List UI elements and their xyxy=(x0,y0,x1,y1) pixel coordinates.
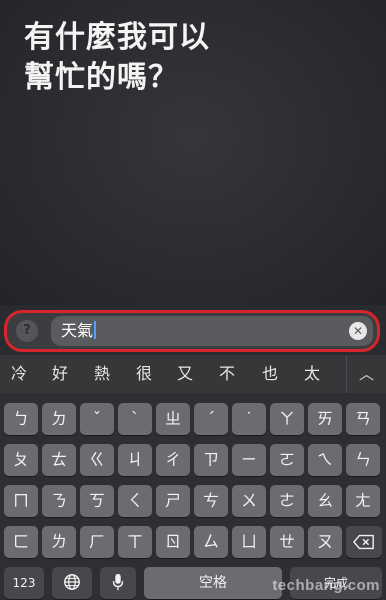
zhuyin-key[interactable]: ㄈ xyxy=(4,526,38,558)
zhuyin-key[interactable]: ㄡ xyxy=(308,526,342,558)
candidate-word[interactable]: 好 xyxy=(45,361,75,387)
microphone-icon xyxy=(112,573,124,591)
candidate-word[interactable]: 熱 xyxy=(87,361,117,387)
candidate-word[interactable]: 不 xyxy=(212,361,242,387)
prompt-line-2: 幫忙的嗎？ xyxy=(24,60,179,95)
zhuyin-key[interactable]: ㄕ xyxy=(156,485,190,517)
zhuyin-key[interactable]: ㄧ xyxy=(232,444,266,476)
candidate-word[interactable]: 也 xyxy=(255,361,285,387)
watermark: techbang.com xyxy=(272,577,380,594)
zhuyin-key[interactable]: ㄨ xyxy=(232,485,266,517)
globe-icon xyxy=(64,574,80,590)
zhuyin-key[interactable]: ㄖ xyxy=(156,526,190,558)
zhuyin-key[interactable]: ㄅ xyxy=(4,403,38,435)
zhuyin-key[interactable]: ㄜ xyxy=(270,485,304,517)
prompt-line-1: 有什麼我可以 xyxy=(24,20,210,55)
zhuyin-key[interactable]: ㄌ xyxy=(42,526,76,558)
zhuyin-key[interactable]: ㄍ xyxy=(80,444,114,476)
delete-icon xyxy=(353,534,374,550)
help-button[interactable]: ? xyxy=(16,320,38,342)
text-field-value: 天氣 xyxy=(61,321,97,341)
zhuyin-key[interactable]: ㄓ xyxy=(156,403,190,435)
zhuyin-key[interactable]: ㄏ xyxy=(80,526,114,558)
zhuyin-key[interactable]: ˇ xyxy=(80,403,114,435)
zhuyin-key[interactable]: ㄋ xyxy=(42,485,76,517)
space-key[interactable]: 空格 xyxy=(144,567,282,599)
zhuyin-key[interactable]: ㄇ xyxy=(4,485,38,517)
candidate-word[interactable]: 太 xyxy=(297,361,327,387)
zhuyin-key[interactable]: ㄆ xyxy=(4,444,38,476)
candidate-word[interactable]: 又 xyxy=(170,361,200,387)
dictation-key[interactable] xyxy=(100,567,136,599)
zhuyin-key[interactable]: ㄗ xyxy=(194,444,228,476)
zhuyin-key[interactable]: ㄝ xyxy=(270,526,304,558)
zhuyin-key[interactable]: ㄘ xyxy=(194,485,228,517)
candidate-word[interactable]: 冷 xyxy=(4,361,34,387)
zhuyin-key[interactable]: ㄎ xyxy=(80,485,114,517)
zhuyin-key[interactable]: ㄛ xyxy=(270,444,304,476)
expand-candidates-button[interactable]: ︿ xyxy=(346,355,386,393)
zhuyin-key[interactable]: ㄚ xyxy=(270,403,304,435)
zhuyin-key[interactable]: ㄐ xyxy=(118,444,152,476)
zhuyin-key[interactable]: ㄉ xyxy=(42,403,76,435)
zhuyin-key[interactable]: ㄊ xyxy=(42,444,76,476)
zhuyin-key[interactable]: ㄩ xyxy=(232,526,266,558)
zhuyin-key[interactable]: ㄢ xyxy=(346,403,380,435)
zhuyin-key[interactable]: ㄔ xyxy=(156,444,190,476)
zhuyin-key[interactable]: ㄑ xyxy=(118,485,152,517)
zhuyin-key[interactable]: ˊ xyxy=(194,403,228,435)
candidate-bar: ︿ 冷好熱很又不也太 xyxy=(0,355,386,393)
zhuyin-key[interactable]: ㄤ xyxy=(346,485,380,517)
numbers-key[interactable]: 123 xyxy=(4,567,44,599)
candidate-word[interactable]: 很 xyxy=(129,361,159,387)
zhuyin-key[interactable]: ㄣ xyxy=(346,444,380,476)
zhuyin-key[interactable]: ㄒ xyxy=(118,526,152,558)
globe-key[interactable] xyxy=(52,567,92,599)
text-caret xyxy=(94,321,97,339)
delete-key[interactable] xyxy=(346,526,382,558)
zhuyin-key[interactable]: ˋ xyxy=(118,403,152,435)
siri-text-input-bar: ? 天氣 ✕ xyxy=(4,310,380,352)
siri-text-field[interactable]: 天氣 ✕ xyxy=(51,316,373,346)
zhuyin-keyboard: ︿ 冷好熱很又不也太 ㄅㄉ ˇ ˋ ㄓ ˊ ˙ ㄚㄞㄢㄆㄊㄍㄐㄔㄗㄧㄛㄟㄣㄇㄋㄎㄑㄕㄘㄨㄜㄠ… xyxy=(0,355,386,600)
clear-text-button[interactable]: ✕ xyxy=(349,322,367,340)
zhuyin-key[interactable]: ㄞ xyxy=(308,403,342,435)
zhuyin-key[interactable]: ㄠ xyxy=(308,485,342,517)
siri-prompt: 有什麼我可以 幫忙的嗎？ xyxy=(24,18,210,98)
zhuyin-key[interactable]: ㄙ xyxy=(194,526,228,558)
zhuyin-key[interactable]: ㄟ xyxy=(308,444,342,476)
zhuyin-key[interactable]: ˙ xyxy=(232,403,266,435)
